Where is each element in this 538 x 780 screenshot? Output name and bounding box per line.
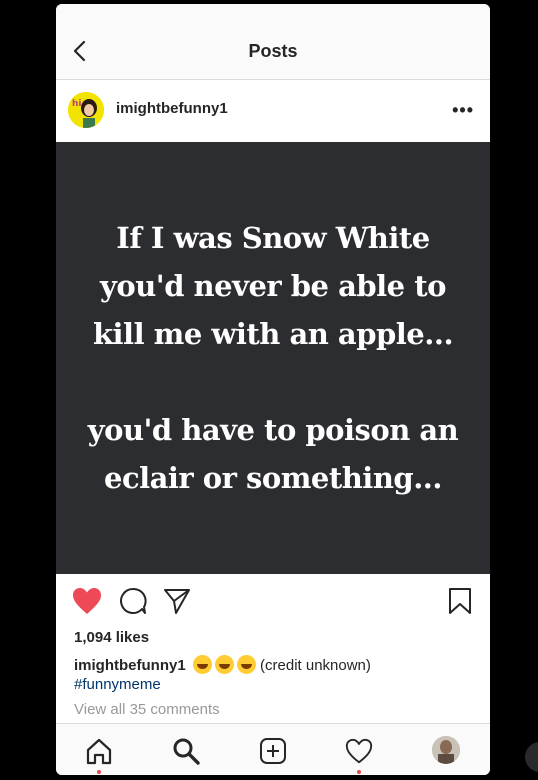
profile-avatar[interactable] [432,736,460,764]
activity-notification-dot [357,770,361,774]
heart-icon[interactable] [71,586,103,616]
phone-screen: Posts hi imightbefunny1 ••• If I was Sno… [56,4,490,775]
quote-line: you'd never be able to [100,269,446,303]
user-avatar[interactable]: hi [68,92,104,128]
search-icon[interactable] [171,736,201,766]
top-nav-bar: Posts [56,4,490,80]
bottom-tab-bar [56,723,490,775]
home-notification-dot [97,770,101,774]
activity-icon[interactable] [344,736,374,766]
post-actions-bar [56,580,490,622]
laughing-emoji-icon [192,655,212,674]
close-overlay-button[interactable] [525,742,538,772]
quote-line: eclair or something... [104,461,442,495]
page-title: Posts [248,41,298,61]
laughing-emoji-icon [214,655,234,674]
post-image[interactable]: If I was Snow White you'd never be able … [56,142,490,574]
comment-icon[interactable] [118,586,148,616]
caption-text: (credit unknown) [260,657,371,674]
quote-text: If I was Snow White you'd never be able … [88,214,459,502]
quote-line: If I was Snow White [116,221,430,255]
quote-line: you'd have to poison an [87,413,459,447]
post-header: hi imightbefunny1 ••• [56,80,490,142]
add-post-icon[interactable] [258,736,288,766]
bitmoji-avatar-icon: hi [68,92,104,128]
post-caption: imightbefunny1 (credit unknown) [74,655,371,674]
home-icon[interactable] [84,736,114,766]
laughing-emoji-icon [236,655,256,674]
share-icon[interactable] [162,586,192,616]
more-options-icon[interactable]: ••• [452,100,474,121]
quote-line: kill me with an apple... [92,317,454,351]
bookmark-icon[interactable] [446,586,474,616]
likes-count[interactable]: 1,094 likes [74,629,149,646]
profile-photo-icon [432,736,460,764]
svg-text:hi: hi [72,99,82,109]
hashtag-link[interactable]: #funnymeme [74,676,161,693]
caption-username[interactable]: imightbefunny1 [74,657,186,674]
view-all-comments-link[interactable]: View all 35 comments [74,701,220,718]
post-username[interactable]: imightbefunny1 [116,100,228,117]
